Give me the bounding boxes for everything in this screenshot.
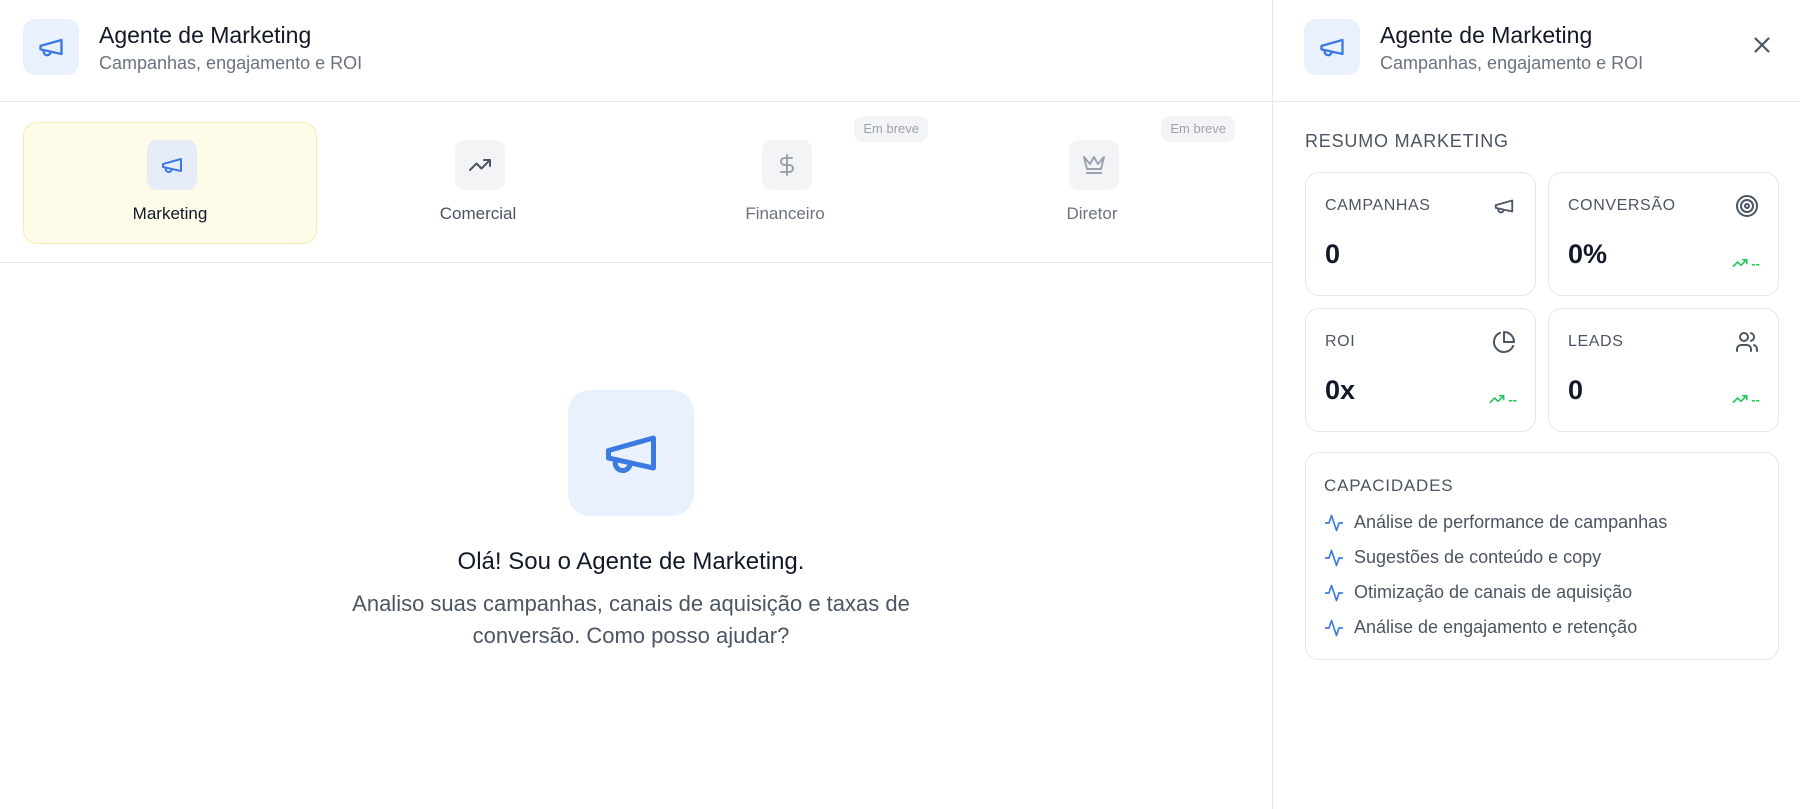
agent-tab-label: Diretor <box>1066 204 1118 223</box>
activity-icon <box>1324 549 1344 566</box>
trend-value: -- <box>1751 391 1760 407</box>
capability-text: Otimização de canais de aquisição <box>1354 582 1633 602</box>
stat-card-conversao: Conversão 0% -- <box>1548 172 1779 296</box>
megaphone-icon <box>147 140 197 190</box>
agent-tab-diretor[interactable]: Em breve Diretor <box>945 116 1239 244</box>
stat-card-campanhas: Campanhas 0 <box>1305 172 1536 296</box>
welcome-text: Analiso suas campanhas, canais de aquisi… <box>352 591 910 648</box>
agent-tab-marketing[interactable]: Marketing <box>23 122 317 244</box>
summary-title: Resumo Marketing <box>1305 131 1509 151</box>
trending-up-icon <box>1732 258 1748 268</box>
capability-text: Análise de performance de campanhas <box>1354 512 1668 532</box>
trending-up-icon <box>1732 394 1748 404</box>
trend-indicator: -- <box>1489 391 1517 407</box>
dollar-sign-icon <box>762 140 812 190</box>
stat-card-roi: ROI 0x -- <box>1305 308 1536 432</box>
header-subtitle: Campanhas, engajamento e ROI <box>99 53 363 73</box>
stat-card-leads: Leads 0 -- <box>1548 308 1779 432</box>
trend-value: -- <box>1508 391 1517 407</box>
app-root: Agente de Marketing Campanhas, engajamen… <box>0 0 1800 809</box>
target-icon <box>1734 193 1760 219</box>
capabilities-title: Capacidades <box>1324 476 1454 495</box>
capabilities-card: Capacidades Análise de performance de ca… <box>1305 452 1779 660</box>
coming-soon-badge: Em breve <box>854 116 928 142</box>
stat-value: 0x <box>1325 375 1356 405</box>
agent-tab-financeiro[interactable]: Em breve Financeiro <box>638 116 932 244</box>
megaphone-icon <box>568 390 694 516</box>
trending-up-icon <box>455 140 505 190</box>
main-panel: Agente de Marketing Campanhas, engajamen… <box>0 0 1272 809</box>
main-header: Agente de Marketing Campanhas, engajamen… <box>0 0 1272 102</box>
capability-item: Otimização de canais de aquisição <box>1324 582 1632 603</box>
capability-item: Análise de engajamento e retenção <box>1324 617 1637 638</box>
trending-up-icon <box>1489 394 1505 404</box>
megaphone-icon <box>1304 19 1360 75</box>
megaphone-icon <box>23 19 79 75</box>
side-header: Agente de Marketing Campanhas, engajamen… <box>1273 0 1800 102</box>
side-panel: Agente de Marketing Campanhas, engajamen… <box>1272 0 1800 809</box>
activity-icon <box>1324 619 1344 636</box>
activity-icon <box>1324 584 1344 601</box>
capability-text: Sugestões de conteúdo e copy <box>1354 547 1602 567</box>
capability-item: Sugestões de conteúdo e copy <box>1324 547 1601 568</box>
stat-label: Leads <box>1568 333 1624 350</box>
stat-value: 0 <box>1568 375 1584 405</box>
crown-icon <box>1069 140 1119 190</box>
agent-selector: Marketing Comercial Em breve Financeiro … <box>0 102 1272 263</box>
close-button[interactable] <box>1745 28 1779 62</box>
stat-value: 0% <box>1568 239 1608 269</box>
stat-label: Conversão <box>1568 197 1676 214</box>
trend-value: -- <box>1751 255 1760 271</box>
side-header-title: Agente de Marketing <box>1380 22 1593 48</box>
trend-indicator: -- <box>1732 255 1760 271</box>
coming-soon-badge: Em breve <box>1161 116 1235 142</box>
capability-text: Análise de engajamento e retenção <box>1354 617 1638 637</box>
capability-item: Análise de performance de campanhas <box>1324 512 1667 533</box>
agent-tab-comercial[interactable]: Comercial <box>331 122 625 244</box>
welcome-title: Olá! Sou o Agente de Marketing. <box>457 548 805 575</box>
pie-chart-icon <box>1491 329 1517 355</box>
activity-icon <box>1324 514 1344 531</box>
megaphone-icon <box>1491 193 1517 219</box>
header-title: Agente de Marketing <box>99 22 312 48</box>
trend-indicator: -- <box>1732 391 1760 407</box>
agent-tab-label: Marketing <box>132 204 208 223</box>
agent-tab-label: Comercial <box>439 204 517 223</box>
stat-value: 0 <box>1325 239 1341 269</box>
users-icon <box>1734 329 1760 355</box>
stat-label: Campanhas <box>1325 197 1431 214</box>
close-icon <box>1754 37 1770 53</box>
stat-label: ROI <box>1325 333 1356 350</box>
side-header-subtitle: Campanhas, engajamento e ROI <box>1380 53 1644 73</box>
agent-tab-label: Financeiro <box>745 204 825 223</box>
